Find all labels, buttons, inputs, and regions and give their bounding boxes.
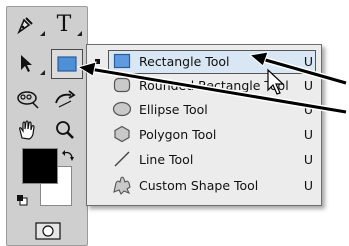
rectangle-tool-icon — [57, 56, 77, 72]
menu-item-shortcut: U — [303, 177, 313, 193]
custom-shape-icon — [111, 175, 133, 195]
rectangle-icon — [111, 51, 133, 71]
swap-colors-icon[interactable] — [61, 149, 77, 163]
menu-item-label: Rectangle Tool — [139, 53, 230, 69]
zoom-icon[interactable] — [51, 117, 79, 143]
line-icon — [111, 149, 133, 169]
pen-flyout-indicator — [40, 31, 45, 36]
polygon-icon — [111, 124, 133, 144]
type-flyout-indicator — [77, 31, 82, 36]
menu-item-label: Ellipse Tool — [139, 101, 208, 117]
active-tool-bullet — [95, 58, 100, 64]
rounded-rectangle-icon — [111, 75, 133, 95]
menu-item-label: Rounded Rectangle Tool — [139, 77, 289, 93]
rectangle-tool-button[interactable] — [51, 49, 83, 79]
menu-item-label: Polygon Tool — [139, 126, 217, 142]
menu-item-shortcut: U — [303, 151, 313, 167]
menu-item-shortcut: U — [303, 101, 313, 117]
menu-item-polygon-tool[interactable]: Polygon Tool U — [87, 122, 321, 146]
menu-item-shortcut: U — [303, 126, 313, 142]
menu-item-label: Line Tool — [139, 151, 194, 167]
menu-item-ellipse-tool[interactable]: Ellipse Tool U — [87, 97, 321, 121]
screenshot: T Rectangle Tool U Rounded Rectangle Too… — [0, 0, 349, 246]
menu-item-label: Custom Shape Tool — [139, 177, 259, 193]
hand-icon[interactable] — [13, 117, 41, 143]
menu-item-shortcut: U — [303, 77, 313, 93]
shape-tools-flyout-menu: Rectangle Tool U Rounded Rectangle Tool … — [86, 44, 322, 206]
pen-icon[interactable] — [13, 13, 39, 37]
tools-panel: T — [6, 6, 88, 246]
selection-flyout-indicator — [40, 70, 45, 75]
ellipse-icon — [111, 99, 133, 119]
foreground-color-swatch[interactable] — [22, 148, 58, 184]
menu-item-custom-shape-tool[interactable]: Custom Shape Tool U — [87, 173, 321, 197]
menu-item-line-tool[interactable]: Line Tool U — [87, 147, 321, 171]
type-icon[interactable]: T — [51, 11, 77, 37]
menu-item-shortcut: U — [303, 53, 313, 69]
menu-item-rectangle-tool[interactable]: Rectangle Tool U — [87, 49, 321, 73]
default-colors-icon[interactable] — [15, 193, 29, 207]
menu-item-rounded-rectangle-tool[interactable]: Rounded Rectangle Tool U — [87, 73, 321, 97]
path-selection-icon[interactable] — [13, 51, 39, 75]
quick-mask-icon[interactable] — [33, 221, 63, 241]
type-glyph: T — [56, 11, 72, 37]
lasso-icon[interactable] — [13, 87, 43, 113]
rotate-view-icon[interactable] — [49, 87, 81, 113]
